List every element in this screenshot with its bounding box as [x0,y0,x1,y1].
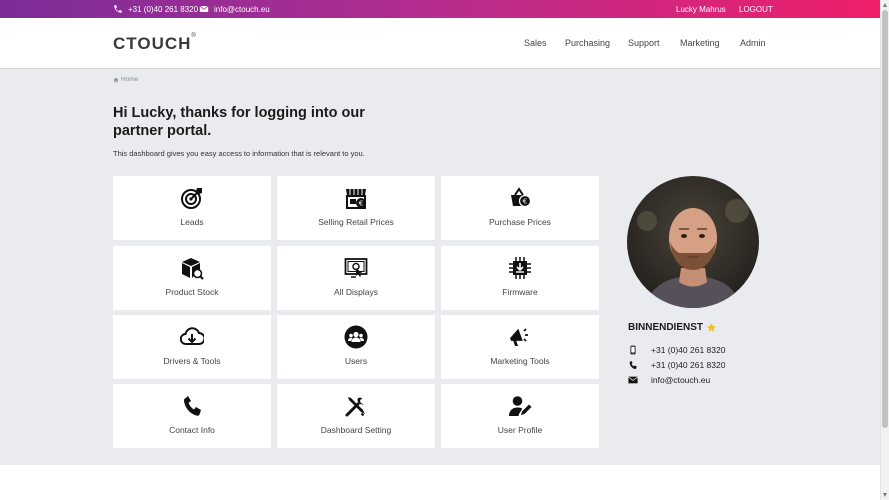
logout-link[interactable]: LOGOUT [739,0,773,18]
tile-firmware[interactable]: Firmware [441,246,599,310]
tile-drivers-tools[interactable]: Drivers & Tools [113,315,271,379]
contact-phone[interactable]: +31 (0)40 261 8320 [628,360,725,370]
user-name: Lucky Mahrus [676,4,726,14]
logout-label: LOGOUT [739,4,773,14]
scrollbar[interactable] [880,0,889,500]
nav-support[interactable]: Support [628,38,660,48]
tile-dashboard-setting[interactable]: Dashboard Setting [277,384,435,448]
basket-euro-icon: € [508,186,532,210]
tools-icon [344,394,368,418]
scroll-up-icon[interactable] [883,3,887,7]
tile-selling-retail-prices[interactable]: € Selling Retail Prices [277,176,435,240]
tile-all-displays[interactable]: All Displays [277,246,435,310]
tile-label: Leads [180,217,204,227]
box-search-icon [180,256,204,280]
mobile-icon [628,345,638,355]
tile-marketing-tools[interactable]: Marketing Tools [441,315,599,379]
breadcrumb-home: Home [121,76,139,83]
display-icon [344,256,368,280]
user-edit-icon [508,394,532,418]
chip-download-icon [508,256,532,280]
home-icon [113,77,119,82]
nav-purchasing[interactable]: Purchasing [565,38,610,48]
contact-mobile[interactable]: +31 (0)40 261 8320 [628,345,725,355]
scroll-down-icon[interactable] [883,493,887,497]
tile-label: User Profile [497,425,543,435]
user-name-link[interactable]: Lucky Mahrus [676,0,726,18]
contact-mobile-text: +31 (0)40 261 8320 [651,345,726,355]
nav-sales[interactable]: Sales [524,38,547,48]
tile-label: Marketing Tools [490,356,550,366]
tile-label: Drivers & Tools [163,356,221,366]
phone-icon [628,360,638,370]
top-bar: +31 (0)40 261 8320 info@ctouch.eu Lucky … [0,0,880,18]
breadcrumb[interactable]: Home [113,76,138,83]
avatar [627,176,759,308]
page-intro: This dashboard gives you easy access to … [113,149,365,158]
tile-label: Dashboard Setting [320,425,392,435]
envelope-icon [199,4,209,14]
nav-admin[interactable]: Admin [740,38,766,48]
tile-label: All Displays [334,287,378,297]
topbar-phone-text: +31 (0)40 261 8320 [128,4,199,14]
tile-label: Selling Retail Prices [318,217,394,227]
target-icon [180,186,204,210]
contact-email[interactable]: info@ctouch.eu [628,375,710,385]
svg-text:€: € [523,198,527,206]
tile-users[interactable]: Users [277,315,435,379]
logo-mark: ® [191,33,197,39]
scrollbar-thumb[interactable] [882,10,888,428]
contact-title-text: BINNENDIENST [628,322,704,333]
logo[interactable]: CTOUCH® [113,33,197,54]
header: CTOUCH® Sales Purchasing Support Marketi… [0,18,880,69]
envelope-icon [628,375,638,385]
tile-label: Contact Info [169,425,215,435]
footer [0,465,880,500]
contact-email-text: info@ctouch.eu [651,375,711,385]
tile-user-profile[interactable]: User Profile [441,384,599,448]
tile-label: Product Stock [165,287,219,297]
logo-text: CTOUCH [113,34,192,53]
contact-title: BINNENDIENST [628,322,717,333]
tile-leads[interactable]: Leads [113,176,271,240]
tile-label: Purchase Prices [489,217,551,227]
topbar-phone[interactable]: +31 (0)40 261 8320 [113,0,198,18]
svg-text:€: € [359,200,363,208]
contact-phone-text: +31 (0)40 261 8320 [651,360,726,370]
tile-contact-info[interactable]: Contact Info [113,384,271,448]
tile-purchase-prices[interactable]: € Purchase Prices [441,176,599,240]
phone-icon [180,394,204,418]
phone-icon [113,4,123,14]
topbar-email-text: info@ctouch.eu [214,4,270,14]
tile-product-stock[interactable]: Product Stock [113,246,271,310]
nav-marketing[interactable]: Marketing [680,38,720,48]
topbar-email[interactable]: info@ctouch.eu [199,0,270,18]
tile-label: Users [344,356,368,366]
megaphone-icon [508,325,532,349]
star-icon [706,322,717,332]
cloud-download-icon [180,325,204,349]
tile-label: Firmware [502,287,538,297]
shop-price-icon: € [344,186,368,210]
users-icon [344,325,368,349]
page-title: Hi Lucky, thanks for logging into our pa… [113,105,365,139]
